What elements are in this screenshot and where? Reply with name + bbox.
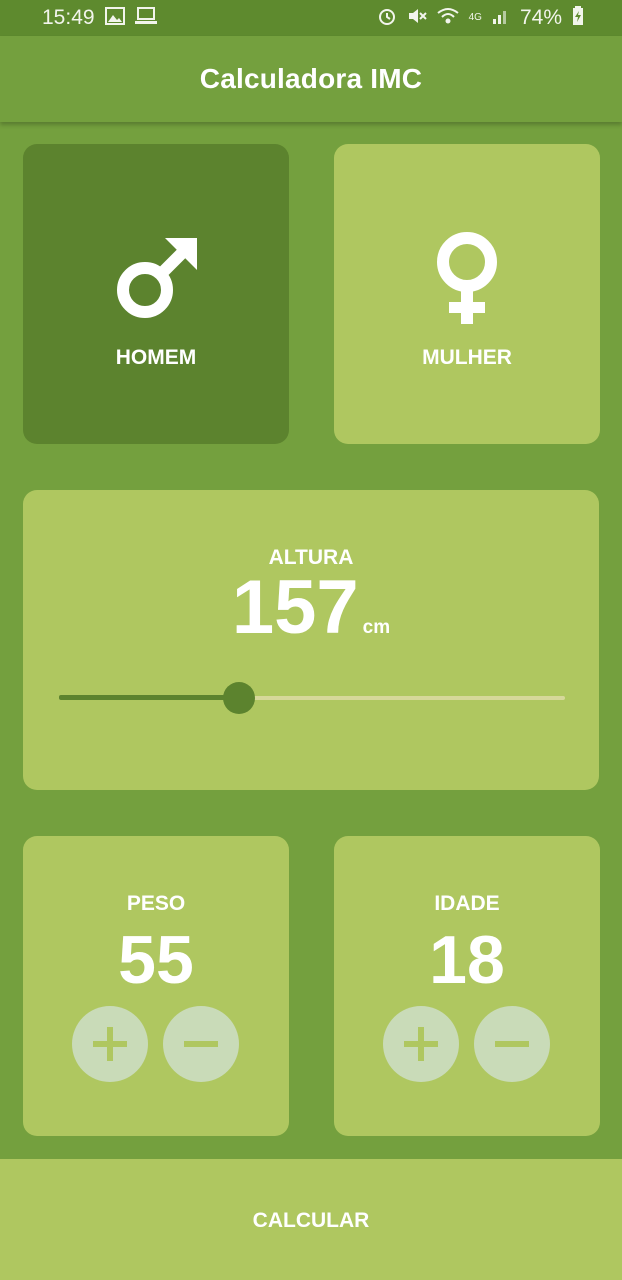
calculate-button[interactable]: CALCULAR	[0, 1159, 622, 1280]
plus-icon	[404, 1027, 438, 1061]
plus-icon	[93, 1027, 127, 1061]
alarm-icon	[377, 6, 397, 30]
mute-icon	[407, 6, 427, 30]
app-title: Calculadora IMC	[199, 63, 423, 94]
minus-icon	[495, 1041, 529, 1047]
battery-charging-icon	[572, 6, 584, 30]
app-bar: Calculadora IMC	[0, 36, 622, 122]
laptop-icon	[134, 7, 157, 29]
age-card: IDADE 18	[334, 836, 600, 1136]
slider-active-track	[59, 695, 239, 700]
height-unit: cm	[362, 617, 391, 638]
wifi-icon	[437, 7, 459, 29]
age-label: IDADE	[434, 892, 500, 915]
weight-increment-button[interactable]	[72, 1006, 148, 1082]
slider-thumb[interactable]	[222, 682, 255, 714]
height-value-row: 157 cm	[23, 570, 599, 646]
gender-label-male: HOMEM	[115, 346, 197, 369]
height-value: 157	[231, 565, 359, 650]
image-icon	[104, 7, 125, 29]
weight-card: PESO 55	[23, 836, 289, 1136]
age-value: 18	[429, 922, 505, 998]
female-symbol-icon	[437, 232, 497, 324]
battery-level: 74%	[519, 6, 562, 29]
status-right: 4G 74%	[377, 6, 584, 30]
weight-value: 55	[118, 922, 194, 998]
status-left: 15:49	[42, 6, 157, 30]
age-increment-button[interactable]	[383, 1006, 459, 1082]
weight-decrement-button[interactable]	[163, 1006, 239, 1082]
calculate-label: CALCULAR	[252, 1208, 370, 1232]
status-time: 15:49	[42, 6, 95, 29]
minus-icon	[184, 1041, 218, 1047]
gender-card-female[interactable]: MULHER	[334, 144, 600, 444]
weight-label: PESO	[126, 892, 186, 915]
height-card: ALTURA 157 cm	[23, 490, 599, 790]
status-bar: 15:49 4G 74%	[0, 0, 622, 36]
network-type: 4G	[468, 12, 482, 23]
gender-card-male[interactable]: HOMEM	[23, 144, 289, 444]
height-slider[interactable]	[59, 682, 565, 714]
signal-icon	[492, 7, 510, 29]
age-decrement-button[interactable]	[474, 1006, 550, 1082]
gender-label-female: MULHER	[422, 346, 512, 369]
male-symbol-icon	[117, 238, 197, 318]
